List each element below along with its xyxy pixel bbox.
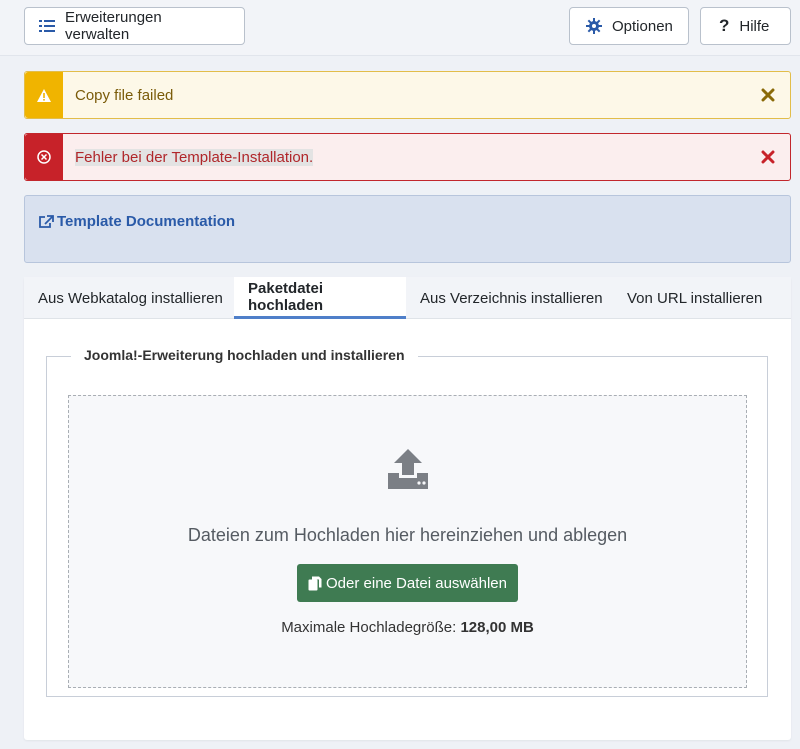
error-icon-box — [25, 134, 63, 180]
close-icon — [761, 88, 775, 102]
template-documentation-label: Template Documentation — [57, 213, 236, 230]
error-message-wrapper: Fehler bei der Template-Installation. — [63, 148, 746, 166]
tab-install-from-web[interactable]: Aus Webkatalog installieren — [24, 277, 237, 319]
upload-legend: Joomla!-Erweiterung hochladen und instal… — [71, 347, 418, 363]
tab-upload-package[interactable]: Paketdatei hochladen — [234, 277, 406, 319]
install-tabs: Aus Webkatalog installieren Paketdatei h… — [24, 277, 791, 319]
close-icon — [761, 150, 775, 164]
toolbar: Erweiterungen verwalten Optionen ? Hilfe — [0, 0, 800, 56]
choose-file-button[interactable]: Oder eine Datei auswählen — [297, 564, 518, 602]
max-upload-size-value: 128,00 MB — [460, 619, 534, 636]
upload-icon — [388, 449, 428, 489]
options-label: Optionen — [612, 17, 673, 35]
external-link-icon — [39, 214, 54, 228]
drop-instructions: Dateien zum Hochladen hier hereinziehen … — [187, 525, 628, 545]
warning-close-button[interactable] — [746, 72, 790, 118]
choose-file-label: Oder eine Datei auswählen — [326, 574, 507, 592]
warning-alert: Copy file failed — [24, 71, 791, 119]
upload-dropzone[interactable]: Dateien zum Hochladen hier hereinziehen … — [68, 395, 747, 688]
install-panel: Aus Webkatalog installieren Paketdatei h… — [24, 277, 791, 740]
warning-icon — [37, 88, 51, 102]
template-documentation-link[interactable]: Template Documentation — [39, 213, 235, 230]
error-alert: Fehler bei der Template-Installation. — [24, 133, 791, 181]
gear-icon — [586, 18, 602, 34]
tab-install-from-url[interactable]: Von URL installieren — [613, 277, 776, 319]
warning-message: Copy file failed — [75, 86, 174, 104]
upload-fieldset: Joomla!-Erweiterung hochladen und instal… — [46, 347, 768, 697]
question-icon: ? — [719, 16, 730, 35]
error-close-button[interactable] — [746, 134, 790, 180]
documentation-box: Template Documentation — [24, 195, 791, 263]
max-upload-size-label: Maximale Hochladegröße: — [281, 619, 457, 636]
options-button[interactable]: Optionen — [569, 7, 689, 45]
help-button[interactable]: ? Hilfe — [700, 7, 791, 45]
error-message: Fehler bei der Template-Installation. — [75, 148, 314, 166]
copy-icon — [308, 576, 322, 590]
help-label: Hilfe — [739, 17, 770, 35]
list-icon — [39, 20, 55, 32]
manage-extensions-button[interactable]: Erweiterungen verwalten — [24, 7, 245, 45]
manage-extensions-label: Erweiterungen verwalten — [65, 9, 162, 43]
max-upload-size: Maximale Hochladegröße: 128,00 MB — [69, 619, 746, 636]
warning-icon-box — [25, 72, 63, 118]
tab-install-from-folder[interactable]: Aus Verzeichnis installieren — [406, 277, 617, 319]
error-circle-icon — [37, 150, 51, 164]
